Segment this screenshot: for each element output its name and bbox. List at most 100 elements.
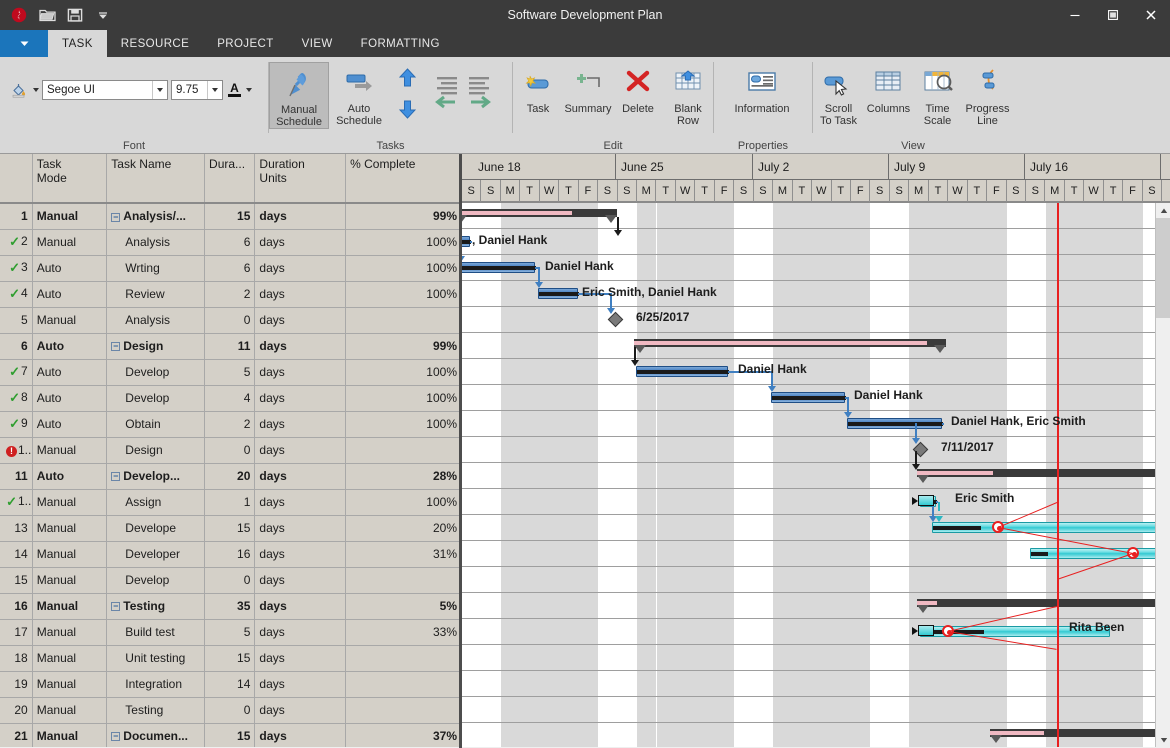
cell-task-name[interactable]: Analysis: [106, 229, 206, 256]
close-button[interactable]: [1132, 0, 1170, 30]
indent-icon[interactable]: [465, 74, 495, 112]
cell-task-mode[interactable]: Manual: [32, 671, 108, 698]
collapse-toggle-icon[interactable]: −: [111, 602, 121, 612]
cell-task-name[interactable]: Develop: [106, 385, 206, 412]
cell-row-id[interactable]: ✓1...: [0, 489, 33, 516]
table-row[interactable]: ✓9 Auto Obtain 2 days 100%: [0, 411, 459, 438]
cell-duration[interactable]: 2: [204, 281, 256, 308]
time-scale-button[interactable]: Time Scale: [913, 62, 962, 127]
cell-duration[interactable]: 5: [204, 359, 256, 386]
cell-duration[interactable]: 15: [204, 515, 256, 542]
tab-formatting[interactable]: FORMATTING: [347, 30, 454, 57]
cell-task-mode[interactable]: Manual: [32, 593, 108, 620]
cell-duration-units[interactable]: days: [254, 541, 347, 568]
cell-percent-complete[interactable]: 100%: [345, 229, 459, 256]
font-color-chevron-down-icon[interactable]: [246, 88, 252, 92]
cell-task-mode[interactable]: Manual: [32, 203, 108, 230]
cell-task-name[interactable]: Develop: [106, 359, 206, 386]
cell-duration[interactable]: 20: [204, 463, 256, 490]
gantt-scroll-thumb[interactable]: [1156, 218, 1170, 318]
cell-row-id[interactable]: 21: [0, 723, 33, 747]
cell-duration-units[interactable]: days: [254, 515, 347, 542]
cell-task-mode[interactable]: Auto: [32, 385, 108, 412]
fill-color-icon[interactable]: [8, 80, 30, 100]
cell-percent-complete[interactable]: 100%: [345, 255, 459, 282]
cell-duration-units[interactable]: days: [254, 359, 347, 386]
column-header-task-name[interactable]: Task Name: [106, 154, 206, 204]
cell-task-name[interactable]: Developer: [106, 541, 206, 568]
auto-schedule-button[interactable]: Auto Schedule: [329, 62, 389, 127]
cell-task-mode[interactable]: Auto: [32, 463, 108, 490]
cell-task-name[interactable]: Obtain: [106, 411, 206, 438]
task-button[interactable]: Task: [513, 62, 563, 115]
summary-bar[interactable]: [990, 729, 1170, 737]
gantt-chart[interactable]: June 18 June 25 July 2 July 9 July 16 SSMTWT…: [462, 154, 1170, 747]
cell-percent-complete[interactable]: 100%: [345, 281, 459, 308]
cell-percent-complete[interactable]: 99%: [345, 203, 459, 230]
table-row[interactable]: ✓2 Manual Analysis 6 days 100%: [0, 229, 459, 256]
task-bar[interactable]: [462, 262, 536, 273]
cell-row-id[interactable]: 14: [0, 541, 33, 568]
cell-duration-units[interactable]: days: [254, 671, 347, 698]
summary-bar[interactable]: [917, 469, 1170, 477]
cell-duration-units[interactable]: days: [254, 255, 347, 282]
save-disk-icon[interactable]: [64, 4, 86, 26]
cell-duration[interactable]: 6: [204, 255, 256, 282]
cell-duration[interactable]: 0: [204, 437, 256, 464]
table-row[interactable]: 17 Manual Build test 5 days 33%: [0, 619, 459, 646]
cell-duration-units[interactable]: days: [254, 567, 347, 594]
cell-duration[interactable]: 15: [204, 645, 256, 672]
task-bar[interactable]: [462, 236, 471, 247]
cell-task-mode[interactable]: Manual: [32, 307, 108, 334]
table-row[interactable]: 1 Manual − Analysis/... 15 days 99%: [0, 203, 459, 230]
file-tab[interactable]: [0, 30, 48, 57]
cell-task-mode[interactable]: Manual: [32, 619, 108, 646]
open-folder-icon[interactable]: [36, 4, 58, 26]
cell-percent-complete[interactable]: 99%: [345, 333, 459, 360]
delete-button[interactable]: Delete: [613, 62, 663, 115]
cell-percent-complete[interactable]: 20%: [345, 515, 459, 542]
cell-percent-complete[interactable]: 37%: [345, 723, 459, 747]
cell-row-id[interactable]: 13: [0, 515, 33, 542]
cell-task-name[interactable]: Assign: [106, 489, 206, 516]
cell-duration-units[interactable]: days: [254, 437, 347, 464]
cell-percent-complete[interactable]: 28%: [345, 463, 459, 490]
cell-row-id[interactable]: ✓8: [0, 385, 33, 412]
cell-duration-units[interactable]: days: [254, 697, 347, 724]
table-row[interactable]: 13 Manual Develope 15 days 20%: [0, 515, 459, 542]
column-header-task-mode[interactable]: Task Mode: [32, 154, 108, 204]
cell-percent-complete[interactable]: 31%: [345, 541, 459, 568]
cell-duration-units[interactable]: days: [254, 593, 347, 620]
cell-task-name[interactable]: Unit testing: [106, 645, 206, 672]
font-size-chevron-down-icon[interactable]: [207, 81, 222, 99]
task-bar[interactable]: [538, 288, 579, 299]
cell-duration[interactable]: 16: [204, 541, 256, 568]
fill-color-chevron-down-icon[interactable]: [33, 88, 39, 92]
table-row[interactable]: ✓3 Auto Wrting 6 days 100%: [0, 255, 459, 282]
cell-task-mode[interactable]: Manual: [32, 489, 108, 516]
cell-percent-complete[interactable]: [345, 567, 459, 594]
cell-percent-complete[interactable]: 5%: [345, 593, 459, 620]
cell-task-mode[interactable]: Auto: [32, 411, 108, 438]
cell-duration-units[interactable]: days: [254, 307, 347, 334]
table-row[interactable]: 16 Manual − Testing 35 days 5%: [0, 593, 459, 620]
table-row[interactable]: 20 Manual Testing 0 days: [0, 697, 459, 724]
collapse-toggle-icon[interactable]: −: [111, 732, 121, 742]
cell-row-id[interactable]: !1...: [0, 437, 33, 464]
cell-duration-units[interactable]: days: [254, 723, 347, 747]
cell-duration[interactable]: 11: [204, 333, 256, 360]
cell-percent-complete[interactable]: [345, 437, 459, 464]
task-grid[interactable]: Task Mode Task Name Dura... Duration Uni…: [0, 154, 462, 747]
cell-task-name[interactable]: − Develop...: [106, 463, 206, 490]
cell-task-name[interactable]: Integration: [106, 671, 206, 698]
collapse-toggle-icon[interactable]: −: [111, 342, 121, 352]
cell-row-id[interactable]: 5: [0, 307, 33, 334]
cell-row-id[interactable]: 11: [0, 463, 33, 490]
collapse-toggle-icon[interactable]: −: [111, 212, 121, 222]
cell-task-mode[interactable]: Auto: [32, 333, 108, 360]
table-row[interactable]: !1...ManualDesign0days: [0, 437, 459, 464]
cell-row-id[interactable]: 1: [0, 203, 33, 230]
cell-duration-units[interactable]: days: [254, 229, 347, 256]
table-row[interactable]: 11 Auto − Develop... 20 days 28%: [0, 463, 459, 490]
cell-duration[interactable]: 15: [204, 723, 256, 747]
